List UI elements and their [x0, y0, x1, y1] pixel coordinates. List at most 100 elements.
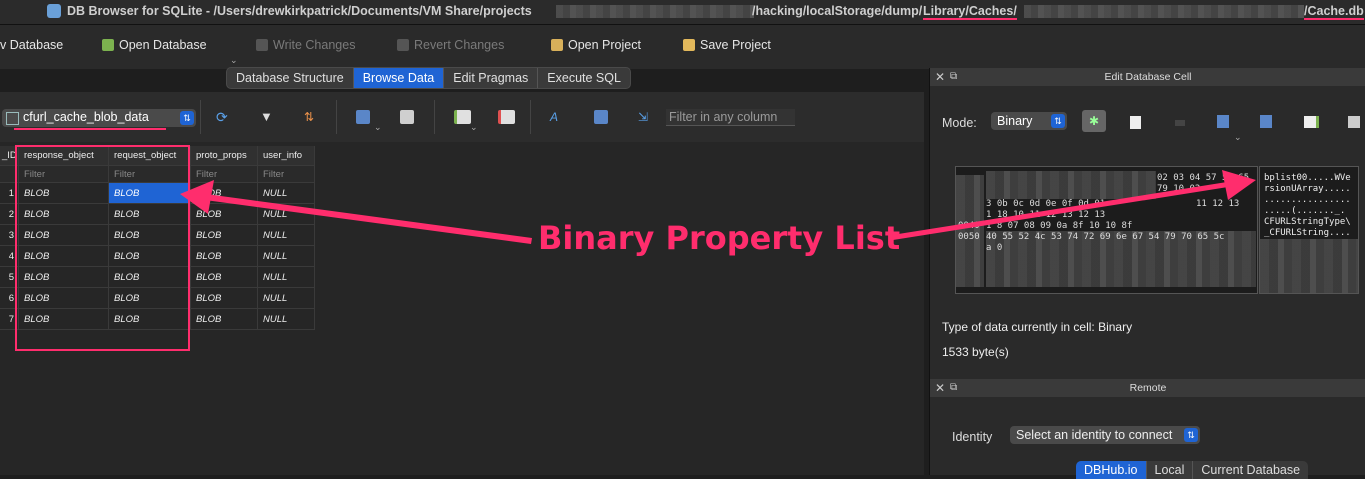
hex-line: 1 8 07 08 09 0a 8f 10 10 8f [986, 221, 1133, 231]
redacted-path-segment [1024, 5, 1304, 18]
data-cell[interactable]: BLOB [191, 183, 258, 204]
null-icon[interactable] [1175, 120, 1185, 126]
refresh-icon[interactable]: ⟳ [216, 110, 230, 124]
data-cell[interactable]: NULL [258, 309, 315, 330]
export-dropdown-icon[interactable]: ⌄ [1234, 132, 1242, 143]
revert-changes-button[interactable]: Revert Changes [397, 38, 504, 52]
ascii-line: ................ [1264, 195, 1351, 205]
hex-line: 1 18 10 11 12 13 12 13 [986, 210, 1106, 220]
tab-browse-data[interactable]: Browse Data [353, 68, 445, 88]
table-icon [6, 112, 19, 125]
tab-database-structure[interactable]: Database Structure [227, 68, 354, 88]
remote-tabs: DBHub.io Local Current Database [1076, 461, 1309, 479]
goto-icon[interactable]: ⇲ [638, 110, 652, 124]
toolbar-divider [530, 100, 531, 134]
identity-label: Identity [952, 430, 993, 444]
redacted-ascii-area [1260, 239, 1358, 293]
data-cell[interactable]: BLOB [191, 246, 258, 267]
save-project-button[interactable]: Save Project [683, 38, 771, 52]
tab-local[interactable]: Local [1147, 461, 1194, 479]
clear-filters-icon[interactable]: ▼ [260, 110, 274, 124]
close-icon[interactable]: ✕ [935, 379, 945, 397]
tab-execute-sql[interactable]: Execute SQL [538, 68, 630, 88]
data-cell[interactable]: BLOB [191, 309, 258, 330]
cell-size-info: 1533 byte(s) [942, 345, 1009, 359]
select-arrows-icon: ⇅ [1184, 428, 1198, 442]
open-project-button[interactable]: Open Project [551, 38, 641, 52]
copy-icon[interactable] [1260, 115, 1272, 128]
table-name-underline [14, 128, 166, 130]
hex-line: 3 0b 0c 0d 0e 0f 0d 01 [986, 199, 1106, 209]
write-changes-button[interactable]: Write Changes [256, 38, 355, 52]
sort-icon[interactable]: ⇅ [304, 110, 318, 124]
redacted-hex-area [956, 175, 984, 287]
column-header-proto-props[interactable]: proto_props [191, 146, 258, 166]
float-icon[interactable]: ⧉ [950, 379, 957, 397]
data-cell[interactable]: BLOB [191, 204, 258, 225]
print-icon[interactable] [400, 110, 414, 124]
save-table-icon[interactable] [356, 110, 370, 124]
tab-dbhub[interactable]: DBHub.io [1076, 461, 1147, 479]
mode-select[interactable]: Binary ⇅ [991, 112, 1067, 130]
data-cell[interactable]: NULL [258, 225, 315, 246]
replace-icon[interactable] [594, 110, 608, 124]
filter-any-column-input[interactable]: Filter in any column [666, 109, 795, 126]
ascii-line: .....(......._. [1264, 206, 1346, 216]
annotation-label: Binary Property List [538, 219, 901, 257]
new-database-label: v Database [0, 38, 64, 52]
insert-record-icon[interactable] [454, 110, 471, 124]
new-database-button[interactable]: v Database [0, 38, 63, 52]
column-header-user-info[interactable]: user_info [258, 146, 315, 166]
auto-format-icon[interactable]: ✱ [1082, 110, 1106, 132]
data-cell[interactable]: NULL [258, 246, 315, 267]
open-database-button[interactable]: Open Database [102, 38, 207, 52]
highlight-box-blob-columns [15, 145, 190, 351]
float-icon[interactable]: ⧉ [950, 68, 957, 86]
data-cell[interactable]: BLOB [191, 225, 258, 246]
import-icon[interactable] [1130, 116, 1141, 129]
window-titlebar: DB Browser for SQLite - /Users/drewkirkp… [0, 0, 1365, 25]
open-project-icon [551, 39, 563, 51]
insert-record-dropdown-icon[interactable]: ⌄ [470, 122, 478, 133]
tab-current-database[interactable]: Current Database [1193, 461, 1308, 479]
ascii-view[interactable]: bplist00.....WVe rsionUArray..... ......… [1259, 166, 1359, 294]
export-icon[interactable] [1217, 115, 1229, 128]
data-cell[interactable]: NULL [258, 267, 315, 288]
save-project-icon [683, 39, 695, 51]
select-arrows-icon: ⇅ [1051, 114, 1065, 128]
data-cell[interactable]: BLOB [191, 267, 258, 288]
identity-select-value: Select an identity to connect [1016, 428, 1173, 442]
tab-edit-pragmas[interactable]: Edit Pragmas [444, 68, 539, 88]
open-database-dropdown-icon[interactable]: ⌄ [230, 55, 238, 66]
ascii-line: bplist00.....WVe [1264, 173, 1351, 183]
write-changes-icon [256, 39, 268, 51]
save-table-dropdown-icon[interactable]: ⌄ [374, 122, 382, 133]
delete-record-icon[interactable] [498, 110, 515, 124]
main-toolbar: v Database Open Database ⌄ Write Changes… [0, 25, 1365, 69]
hex-offset: 0040 [958, 221, 980, 231]
table-select[interactable]: cfurl_cache_blob_data ⇅ [2, 109, 196, 127]
title-library-caches: Library/Caches/ [923, 4, 1017, 20]
ascii-line: _CFURLString.... [1264, 228, 1351, 238]
filter-cell[interactable]: Filter [258, 166, 315, 183]
apply-icon[interactable] [1304, 116, 1319, 128]
data-cell[interactable]: BLOB [191, 288, 258, 309]
write-changes-label: Write Changes [273, 38, 356, 52]
hex-line: 11 12 13 [1196, 199, 1240, 209]
close-icon[interactable]: ✕ [935, 68, 945, 86]
print-cell-icon[interactable] [1348, 116, 1360, 128]
data-cell[interactable]: NULL [258, 183, 315, 204]
remote-title: Remote [1129, 382, 1167, 394]
browse-toolbar: cfurl_cache_blob_data ⇅ ⟳ ▼ ⇅ ⌄ ⌄ A ⇲ Fi… [0, 92, 924, 142]
data-cell[interactable]: NULL [258, 204, 315, 225]
data-cell[interactable]: NULL [258, 288, 315, 309]
open-database-icon [102, 39, 114, 51]
remote-title-bar: ✕ ⧉ Remote [930, 379, 1365, 397]
main-tabs: Database Structure Browse Data Edit Prag… [226, 67, 631, 89]
mode-label: Mode: [942, 116, 977, 130]
filter-cell[interactable]: Filter [191, 166, 258, 183]
identity-select[interactable]: Select an identity to connect ⇅ [1010, 426, 1200, 444]
find-icon[interactable]: A [550, 110, 564, 124]
hex-editor[interactable]: 02 03 04 57 56 65 79 10 02 3 0b 0c 0d 0e… [955, 166, 1258, 294]
edit-cell-title: Edit Database Cell [1104, 71, 1192, 83]
